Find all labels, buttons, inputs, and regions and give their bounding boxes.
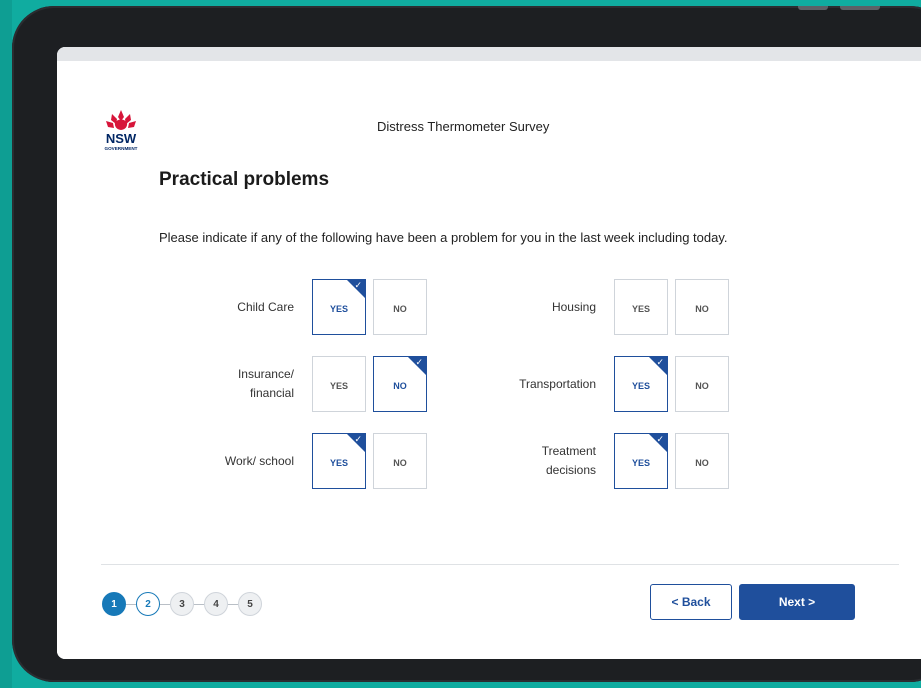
option-label: NO: [393, 304, 407, 314]
question-label-line: Housing: [551, 299, 596, 314]
option-label: YES: [329, 304, 348, 314]
question-label-line: Transportation: [519, 376, 596, 391]
option-label: NO: [695, 458, 709, 468]
next-button[interactable]: Next >: [739, 584, 855, 620]
question-label: Work/ school: [225, 452, 294, 471]
option-label: YES: [631, 458, 650, 468]
option-label: YES: [329, 381, 348, 391]
no-option-button[interactable]: ✓NO: [675, 279, 729, 335]
yes-option-button[interactable]: ✓YES: [312, 356, 366, 412]
option-label: NO: [393, 458, 407, 468]
step-connector: [126, 603, 136, 605]
tablet-button: [840, 6, 880, 10]
yes-option-button[interactable]: ✓ YES: [614, 356, 668, 412]
step-4[interactable]: 4: [204, 592, 228, 616]
svg-text:NSW: NSW: [106, 131, 137, 146]
browser-top-strip: [57, 47, 921, 61]
step-connector: [228, 603, 238, 605]
page-heading: Practical problems: [159, 169, 330, 190]
waratah-flower-icon: NSW GOVERNMENT: [105, 110, 138, 151]
yes-option-button[interactable]: ✓ YES: [312, 433, 366, 489]
question-label-line: financial: [249, 386, 294, 400]
back-button[interactable]: < Back: [650, 584, 732, 620]
step-connector: [194, 603, 204, 605]
step-2[interactable]: 2: [136, 592, 160, 616]
tablet-button: [798, 6, 828, 10]
step-5[interactable]: 5: [238, 592, 262, 616]
step-3[interactable]: 3: [170, 592, 194, 616]
no-option-button[interactable]: ✓NO: [675, 356, 729, 412]
question-label-line: Insurance/: [237, 367, 294, 381]
question-label: Treatment decisions: [542, 442, 596, 480]
question-label: Transportation: [519, 375, 596, 394]
tablet-frame: NSW GOVERNMENT Distress Thermometer Surv…: [12, 6, 921, 682]
question-label: Child Care: [237, 298, 294, 317]
question-label-line: Treatment: [541, 444, 596, 458]
survey-page: NSW GOVERNMENT Distress Thermometer Surv…: [57, 61, 921, 659]
option-label: NO: [393, 381, 407, 391]
checkmark-icon: ✓: [656, 357, 664, 367]
question-label-line: Child Care: [237, 299, 294, 314]
checkmark-icon: ✓: [354, 434, 362, 444]
step-1[interactable]: 1: [102, 592, 126, 616]
question-label-line: Work/ school: [224, 453, 294, 468]
option-label: YES: [329, 458, 348, 468]
no-option-button[interactable]: ✓NO: [373, 433, 427, 489]
no-option-button[interactable]: ✓NO: [675, 433, 729, 489]
checkmark-icon: ✓: [656, 434, 664, 444]
svg-text:GOVERNMENT: GOVERNMENT: [105, 146, 138, 151]
yes-option-button[interactable]: ✓ YES: [614, 433, 668, 489]
yes-option-button[interactable]: ✓ YES: [312, 279, 366, 335]
background-edge: [0, 0, 12, 688]
option-label: YES: [631, 381, 650, 391]
yes-option-button[interactable]: ✓YES: [614, 279, 668, 335]
step-connector: [160, 603, 170, 605]
option-label: YES: [631, 304, 650, 314]
question-label-line: decisions: [545, 463, 596, 477]
checkmark-icon: ✓: [354, 280, 362, 290]
step-indicator: 12345: [102, 590, 262, 618]
checkmark-icon: ✓: [415, 357, 423, 367]
option-label: NO: [695, 381, 709, 391]
question-label: Insurance/financial: [238, 365, 294, 403]
survey-title: Distress Thermometer Survey: [377, 119, 550, 134]
nsw-government-logo: NSW GOVERNMENT: [103, 108, 139, 152]
intro-text: Please indicate if any of the following …: [159, 230, 728, 245]
option-label: NO: [695, 304, 709, 314]
divider: [101, 564, 899, 565]
no-option-button[interactable]: ✓NO: [373, 279, 427, 335]
question-label: Housing: [552, 298, 596, 317]
screen: NSW GOVERNMENT Distress Thermometer Surv…: [57, 47, 921, 659]
no-option-button[interactable]: ✓ NO: [373, 356, 427, 412]
